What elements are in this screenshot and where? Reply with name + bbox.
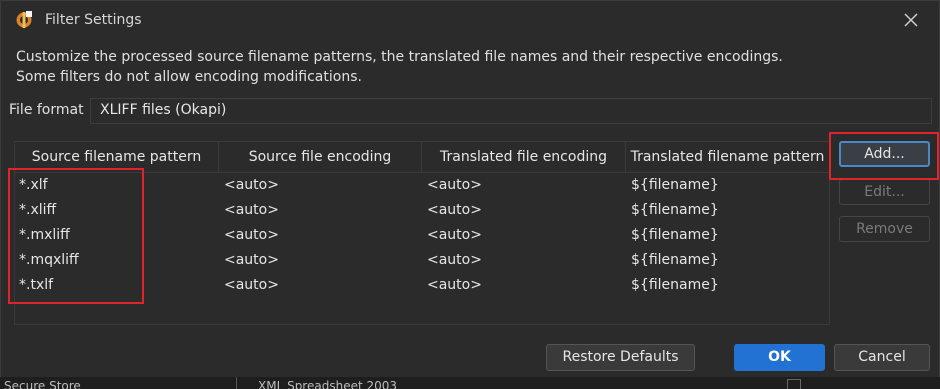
file-format-label: File format	[9, 102, 84, 118]
restore-defaults-button[interactable]: Restore Defaults	[546, 344, 695, 371]
translated-pattern-cell: ${filename}	[631, 202, 719, 218]
ok-button[interactable]: OK	[734, 344, 825, 371]
translated-encoding-cell: <auto>	[427, 177, 482, 193]
column-header-translated-pattern[interactable]: Translated filename pattern	[626, 142, 829, 172]
app-icon	[16, 11, 32, 28]
cancel-button[interactable]: Cancel	[834, 344, 930, 371]
source-encoding-cell: <auto>	[224, 177, 279, 193]
background-divider	[236, 377, 237, 389]
table-header: Source filename pattern Source file enco…	[15, 142, 829, 173]
source-pattern-cell: *.txlf	[19, 277, 54, 293]
translated-encoding-cell: <auto>	[427, 252, 482, 268]
filename-pattern-table[interactable]: Source filename pattern Source file enco…	[14, 141, 830, 325]
background-scroll-icon	[787, 379, 801, 389]
translated-pattern-cell: ${filename}	[631, 227, 719, 243]
table-row[interactable]: *.xliff <auto> <auto> ${filename}	[15, 198, 829, 223]
source-encoding-cell: <auto>	[224, 277, 279, 293]
table-row[interactable]: *.mxliff <auto> <auto> ${filename}	[15, 223, 829, 248]
translated-encoding-cell: <auto>	[427, 202, 482, 218]
column-header-translated-encoding[interactable]: Translated file encoding	[422, 142, 626, 172]
background-mid-text: XML Spreadsheet 2003	[258, 379, 398, 389]
dialog-description: Customize the processed source filename …	[16, 47, 783, 87]
source-encoding-cell: <auto>	[224, 227, 279, 243]
translated-encoding-cell: <auto>	[427, 227, 482, 243]
remove-button[interactable]: Remove	[839, 216, 930, 242]
filter-settings-dialog: Filter Settings Customize the processed …	[0, 0, 940, 379]
description-line-2: Some filters do not allow encoding modif…	[16, 69, 362, 85]
translated-pattern-cell: ${filename}	[631, 252, 719, 268]
file-format-field: XLIFF files (Okapi)	[90, 98, 932, 124]
source-pattern-cell: *.xliff	[19, 202, 57, 218]
background-window-strip: Secure Store XML Spreadsheet 2003	[0, 377, 940, 389]
source-encoding-cell: <auto>	[224, 202, 279, 218]
translated-encoding-cell: <auto>	[427, 277, 482, 293]
table-row[interactable]: *.txlf <auto> <auto> ${filename}	[15, 273, 829, 298]
source-pattern-cell: *.mxliff	[19, 227, 70, 243]
translated-pattern-cell: ${filename}	[631, 277, 719, 293]
column-header-source-pattern[interactable]: Source filename pattern	[15, 142, 219, 172]
column-header-source-encoding[interactable]: Source file encoding	[219, 142, 422, 172]
description-line-1: Customize the processed source filename …	[16, 49, 783, 65]
close-icon[interactable]	[901, 10, 921, 30]
title-bar: Filter Settings	[1, 1, 939, 39]
table-row[interactable]: *.mqxliff <auto> <auto> ${filename}	[15, 248, 829, 273]
source-encoding-cell: <auto>	[224, 252, 279, 268]
translated-pattern-cell: ${filename}	[631, 177, 719, 193]
table-row[interactable]: *.xlf <auto> <auto> ${filename}	[15, 173, 829, 198]
dialog-title: Filter Settings	[45, 12, 142, 28]
add-button[interactable]: Add...	[839, 141, 930, 167]
source-pattern-cell: *.mqxliff	[19, 252, 79, 268]
edit-button[interactable]: Edit...	[839, 179, 930, 205]
background-left-text: Secure Store	[4, 379, 81, 389]
source-pattern-cell: *.xlf	[19, 177, 48, 193]
